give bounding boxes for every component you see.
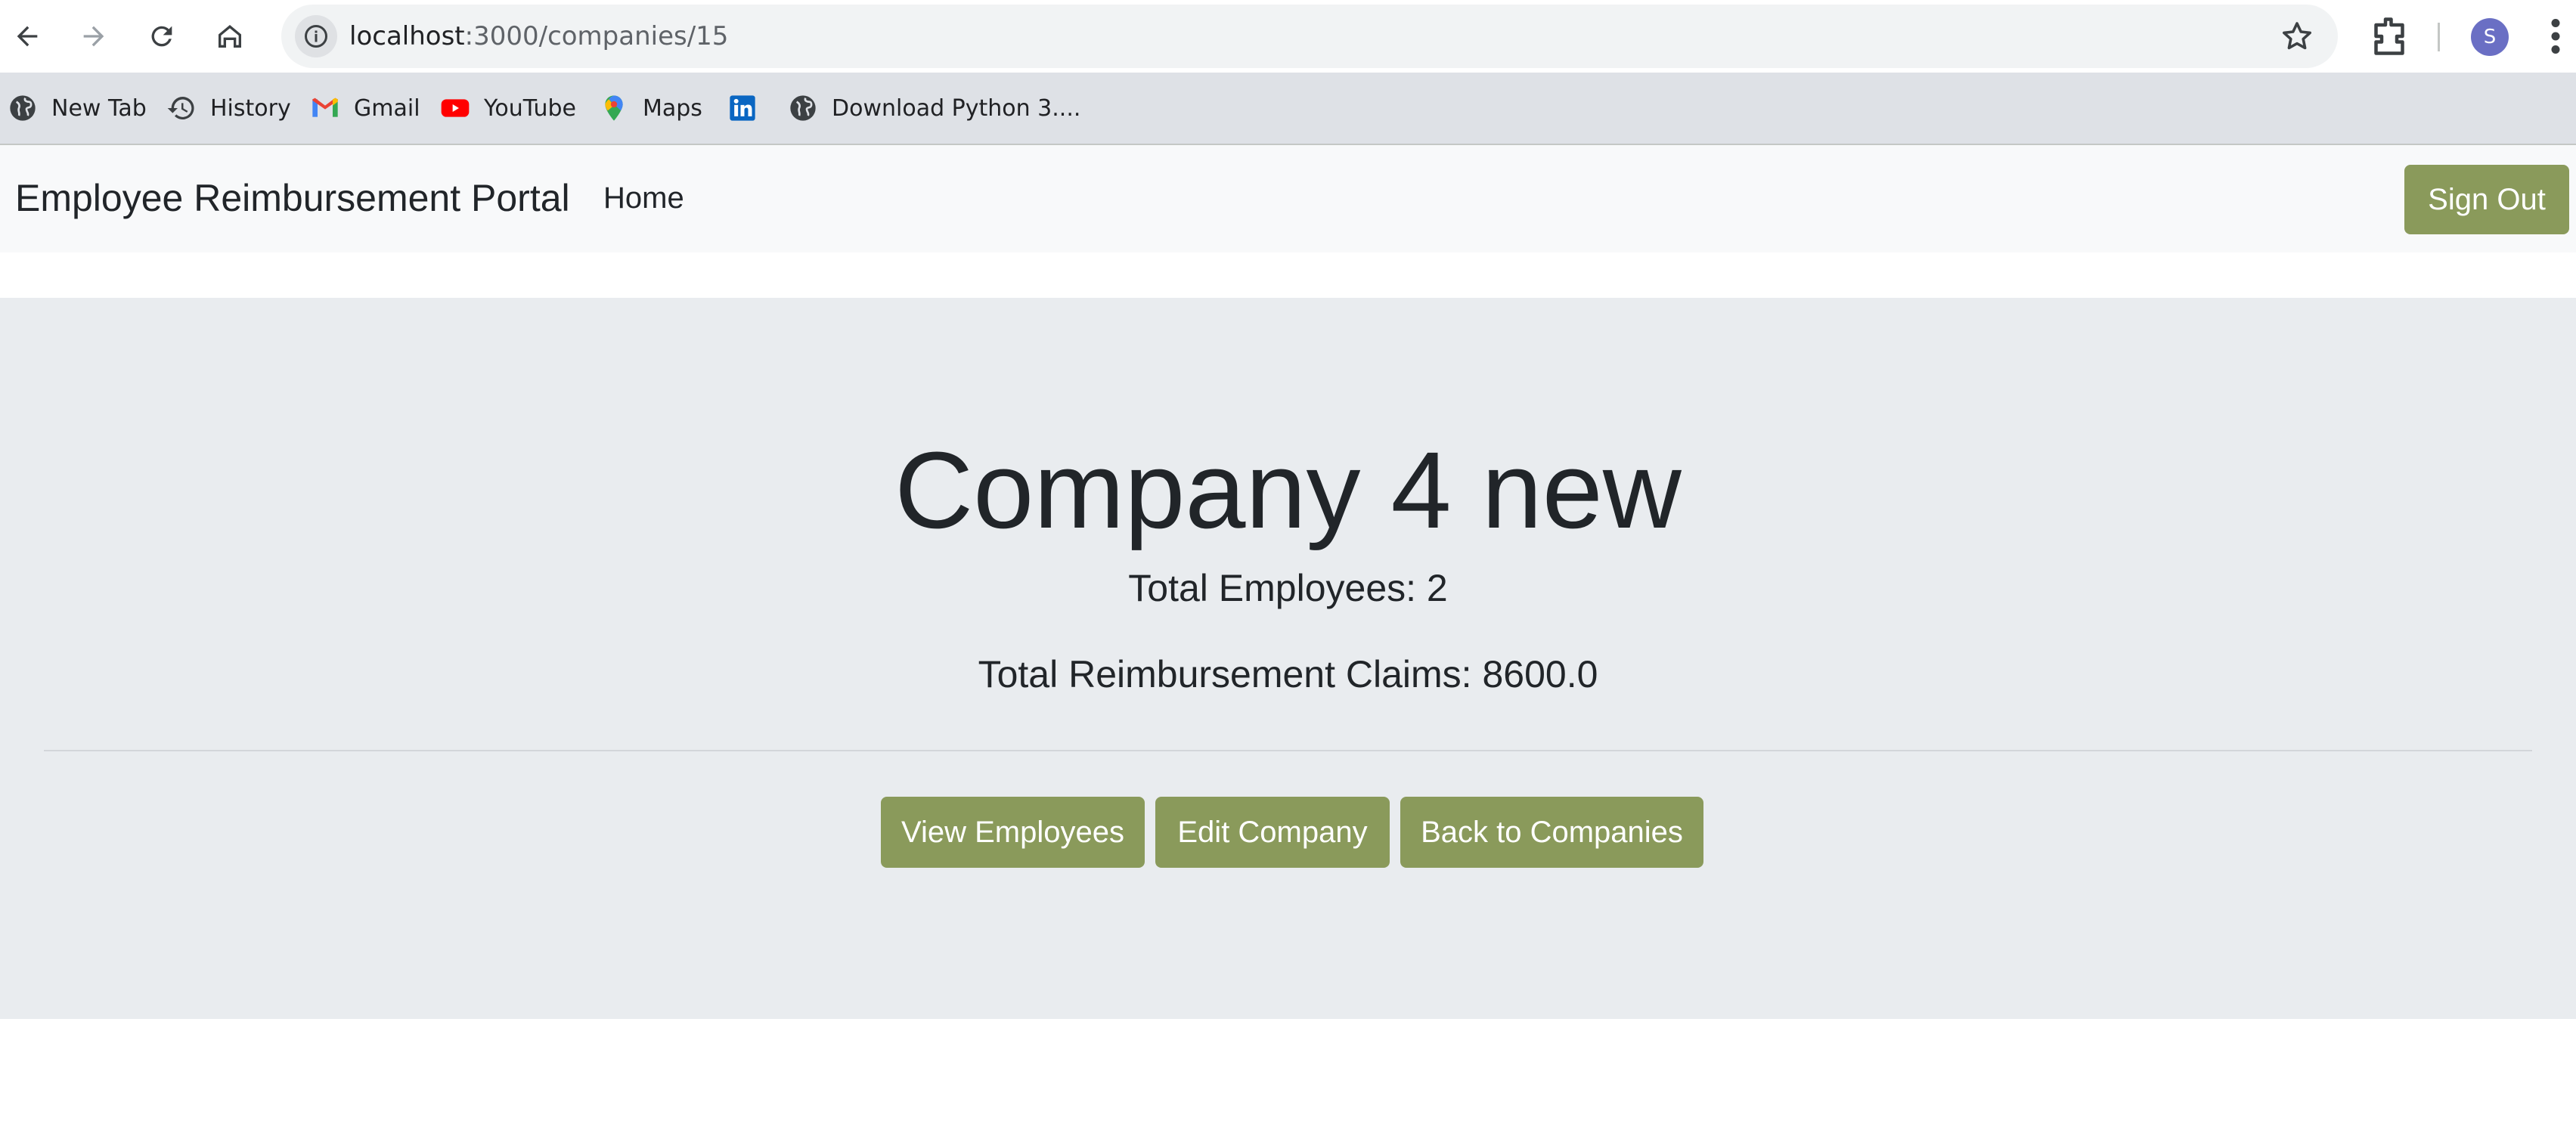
bookmark-new-tab[interactable]: New Tab — [8, 89, 147, 127]
back-icon[interactable] — [5, 14, 50, 59]
gmail-icon — [310, 93, 340, 123]
home-icon[interactable] — [207, 14, 253, 59]
bookmark-youtube[interactable]: YouTube — [440, 89, 576, 127]
menu-kebab-icon[interactable] — [2540, 14, 2571, 59]
address-bar[interactable]: localhost:3000/companies/15 — [281, 5, 2338, 68]
bookmark-maps[interactable]: Maps — [599, 89, 702, 127]
maps-icon — [599, 93, 629, 123]
bookmarks-bar: New Tab History Gmail YouTube Maps Downl… — [0, 73, 2576, 145]
edit-company-button[interactable]: Edit Company — [1155, 797, 1390, 868]
bookmark-star-icon[interactable] — [2279, 18, 2315, 54]
extensions-icon[interactable] — [2367, 14, 2412, 59]
history-icon — [166, 93, 197, 123]
globe-icon — [788, 93, 818, 123]
view-employees-button[interactable]: View Employees — [881, 797, 1145, 868]
forward-icon[interactable] — [71, 14, 116, 59]
toolbar-separator — [2438, 23, 2440, 51]
reload-icon[interactable] — [139, 14, 184, 59]
bookmark-label: Gmail — [354, 94, 420, 122]
bookmark-label: New Tab — [51, 94, 147, 122]
bookmark-download-python[interactable]: Download Python 3.... — [788, 89, 1080, 127]
bookmark-label: YouTube — [484, 94, 576, 122]
app-navbar: Employee Reimbursement Portal Home Sign … — [0, 145, 2576, 252]
bookmark-label: History — [210, 94, 291, 122]
company-title: Company 4 new — [894, 429, 1682, 551]
linkedin-icon — [727, 93, 758, 123]
bookmark-label: Download Python 3.... — [832, 94, 1081, 122]
divider — [44, 750, 2532, 751]
sign-out-button[interactable]: Sign Out — [2404, 165, 2569, 234]
bookmark-linkedin[interactable] — [727, 89, 771, 127]
site-info-icon[interactable] — [295, 15, 337, 57]
youtube-icon — [440, 93, 470, 123]
globe-icon — [8, 93, 38, 123]
bookmark-label: Maps — [643, 94, 702, 122]
url-text[interactable]: localhost:3000/companies/15 — [349, 20, 728, 53]
nav-home-link[interactable]: Home — [603, 178, 684, 218]
browser-toolbar: localhost:3000/companies/15 S — [0, 0, 2576, 73]
url-host: localhost — [349, 21, 465, 51]
brand-link[interactable]: Employee Reimbursement Portal — [15, 175, 570, 221]
company-jumbotron: Company 4 new Total Employees: 2 Total R… — [0, 298, 2576, 1019]
profile-avatar[interactable]: S — [2471, 18, 2509, 56]
back-to-companies-button[interactable]: Back to Companies — [1400, 797, 1703, 868]
url-path: :3000/companies/15 — [464, 21, 729, 51]
total-reimbursement-claims: Total Reimbursement Claims: 8600.0 — [978, 653, 1598, 695]
bookmark-history[interactable]: History — [166, 89, 291, 127]
total-employees: Total Employees: 2 — [1128, 567, 1448, 609]
bookmark-gmail[interactable]: Gmail — [310, 89, 420, 127]
